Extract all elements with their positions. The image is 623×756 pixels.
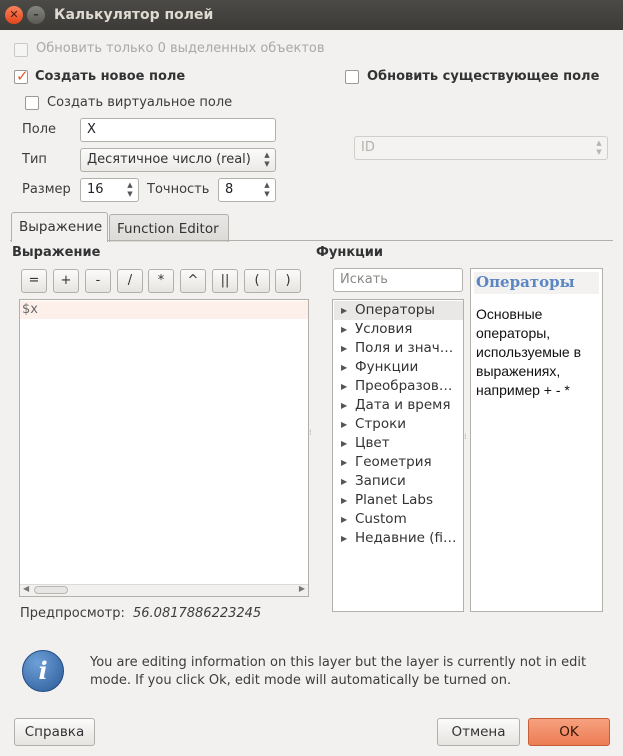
existing-field-value: ID [361,140,375,155]
help-title: Операторы [476,273,575,291]
window-title: Калькулятор полей [54,7,214,23]
minimize-icon[interactable]: – [27,6,45,24]
tree-item-fields-values[interactable]: ▶ Поля и знач… [333,340,463,359]
expand-arrow-icon[interactable]: ▶ [341,496,347,505]
expand-arrow-icon[interactable]: ▶ [341,439,347,448]
expression-text: $x [22,302,38,317]
expression-editor[interactable]: $x ◀ ▶ [19,299,309,597]
create-new-field-checkbox[interactable] [14,67,29,85]
create-virtual-label: Создать виртуальное поле [47,95,233,110]
help-button[interactable]: Справка [14,718,95,746]
op-close-paren-button[interactable]: ) [275,269,301,293]
op-concat-button[interactable]: || [212,269,238,293]
info-icon: i [22,650,64,692]
tree-item-date-time[interactable]: ▶ Дата и время [333,397,463,416]
help-text: Основные операторы, используемые в выраж… [476,306,582,398]
op-equals-button[interactable]: = [21,269,47,293]
cancel-button[interactable]: Отмена [437,718,520,746]
splitter-handle-icon[interactable]: ⁞ [464,432,467,441]
tree-item-records[interactable]: ▶ Записи [333,473,463,492]
close-icon[interactable]: ✕ [5,6,23,24]
expand-arrow-icon[interactable]: ▶ [341,325,347,334]
field-type-label: Тип [22,152,47,167]
tree-item-conversions[interactable]: ▶ Преобразов… [333,378,463,397]
op-power-button[interactable]: ^ [180,269,206,293]
expand-arrow-icon[interactable]: ▶ [341,401,347,410]
title-bar: ✕ – Калькулятор полей [0,0,623,30]
size-label: Размер [22,182,71,197]
update-selected-label: Обновить только 0 выделенных объектов [36,41,325,56]
tree-item-strings[interactable]: ▶ Строки [333,416,463,435]
expression-heading: Выражение [12,245,101,260]
scroll-left-icon[interactable]: ◀ [23,584,29,593]
update-selected-checkbox[interactable] [14,43,28,57]
op-divide-button[interactable]: / [117,269,143,293]
tree-item-functions[interactable]: ▶ Функции [333,359,463,378]
size-value: 16 [87,182,104,197]
expand-arrow-icon[interactable]: ▶ [341,534,347,543]
expand-arrow-icon[interactable]: ▶ [341,458,347,467]
precision-value: 8 [225,182,234,197]
tree-item-planet-labs[interactable]: ▶ Planet Labs [333,492,463,511]
scroll-right-icon[interactable]: ▶ [299,584,305,593]
create-new-field-label: Создать новое поле [35,69,186,84]
scrollbar-thumb[interactable] [34,586,68,594]
precision-spinbox[interactable]: 8 ▲ ▼ [218,178,276,202]
expand-arrow-icon[interactable]: ▶ [341,344,347,353]
expand-arrow-icon[interactable]: ▶ [341,382,347,391]
expand-arrow-icon[interactable]: ▶ [341,420,347,429]
field-name-input[interactable]: X [80,118,276,142]
field-type-value: Десятичное число (real) [87,152,251,167]
op-open-paren-button[interactable]: ( [244,269,270,293]
update-existing-label: Обновить существующее поле [367,69,600,84]
expand-arrow-icon[interactable]: ▶ [341,477,347,486]
current-line-highlight [20,301,308,319]
op-multiply-button[interactable]: * [148,269,174,293]
tree-item-geometry[interactable]: ▶ Геометрия [333,454,463,473]
spin-arrows-icon[interactable]: ▲ ▼ [262,181,272,199]
expand-arrow-icon[interactable]: ▶ [341,306,347,315]
ok-button[interactable]: OK [528,718,610,746]
tree-item-color[interactable]: ▶ Цвет [333,435,463,454]
tab-function-editor[interactable]: Function Editor [109,214,229,242]
field-name-label: Поле [22,122,57,137]
function-tree[interactable]: ▶ Операторы ▶ Условия ▶ Поля и знач… ▶ Функц… [332,299,464,612]
op-minus-button[interactable]: - [85,269,111,293]
field-type-select[interactable]: Десятичное число (real) ▲ ▼ [80,148,276,172]
tree-item-recent[interactable]: ▶ Недавние (fi… [333,530,463,549]
function-search-input[interactable]: Искать [333,268,463,292]
spin-arrows-icon[interactable]: ▲ ▼ [125,181,135,199]
combo-arrows-icon: ▲ ▼ [596,139,602,156]
tree-item-custom[interactable]: ▶ Custom [333,511,463,530]
preview-label: Предпросмотр: [20,606,125,621]
splitter-handle-icon[interactable]: ⁞ [309,428,312,437]
expand-arrow-icon[interactable]: ▶ [341,363,347,372]
size-spinbox[interactable]: 16 ▲ ▼ [80,178,139,202]
function-help-panel: Операторы Основные операторы, используем… [470,268,603,612]
tree-item-conditions[interactable]: ▶ Условия [333,321,463,340]
existing-field-select[interactable]: ID ▲ ▼ [354,136,608,160]
create-virtual-checkbox[interactable] [25,96,39,110]
combo-arrows-icon: ▲ ▼ [264,151,270,168]
editor-horizontal-scrollbar[interactable]: ◀ ▶ [20,584,308,596]
tree-item-operators[interactable]: ▶ Операторы [333,302,463,321]
op-plus-button[interactable]: + [53,269,79,293]
update-existing-checkbox[interactable] [345,70,359,84]
tab-expression[interactable]: Выражение [11,212,108,242]
preview-value: 56.0817886223245 [133,606,262,621]
info-message: You are editing information on this laye… [90,655,587,688]
expand-arrow-icon[interactable]: ▶ [341,515,347,524]
precision-label: Точность [147,182,210,197]
functions-heading: Функции [316,245,384,260]
